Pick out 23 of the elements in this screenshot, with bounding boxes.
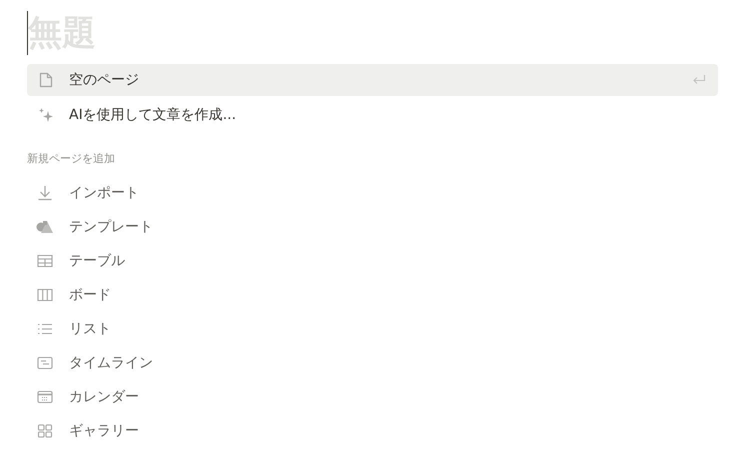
menu-item[interactable]: 空のページ xyxy=(27,64,718,96)
menu-item[interactable]: リスト xyxy=(27,312,327,346)
gallery-icon xyxy=(37,424,53,438)
menu-item[interactable]: ボード xyxy=(27,278,327,312)
page-icon xyxy=(39,72,53,88)
calendar-icon xyxy=(37,390,53,404)
text-cursor xyxy=(27,11,28,55)
sparkle-icon xyxy=(38,107,54,123)
board-icon xyxy=(37,288,53,302)
shapes-icon xyxy=(36,220,54,234)
list-icon xyxy=(37,322,53,336)
menu-item[interactable]: AIを使用して文章を作成... xyxy=(27,99,718,131)
table-icon xyxy=(37,254,53,268)
menu-item[interactable]: インポート xyxy=(27,176,327,210)
return-icon xyxy=(692,74,706,86)
menu-item[interactable]: テーブル xyxy=(27,244,327,278)
menu-item[interactable]: カレンダー xyxy=(27,380,327,414)
download-icon xyxy=(37,185,53,201)
section-label: 新規ページを追加 xyxy=(27,151,116,167)
menu-item[interactable]: タイムライン xyxy=(27,346,327,380)
menu-item[interactable]: ギャラリー xyxy=(27,414,327,448)
menu-item[interactable]: テンプレート xyxy=(27,210,327,244)
timeline-icon xyxy=(37,356,53,370)
